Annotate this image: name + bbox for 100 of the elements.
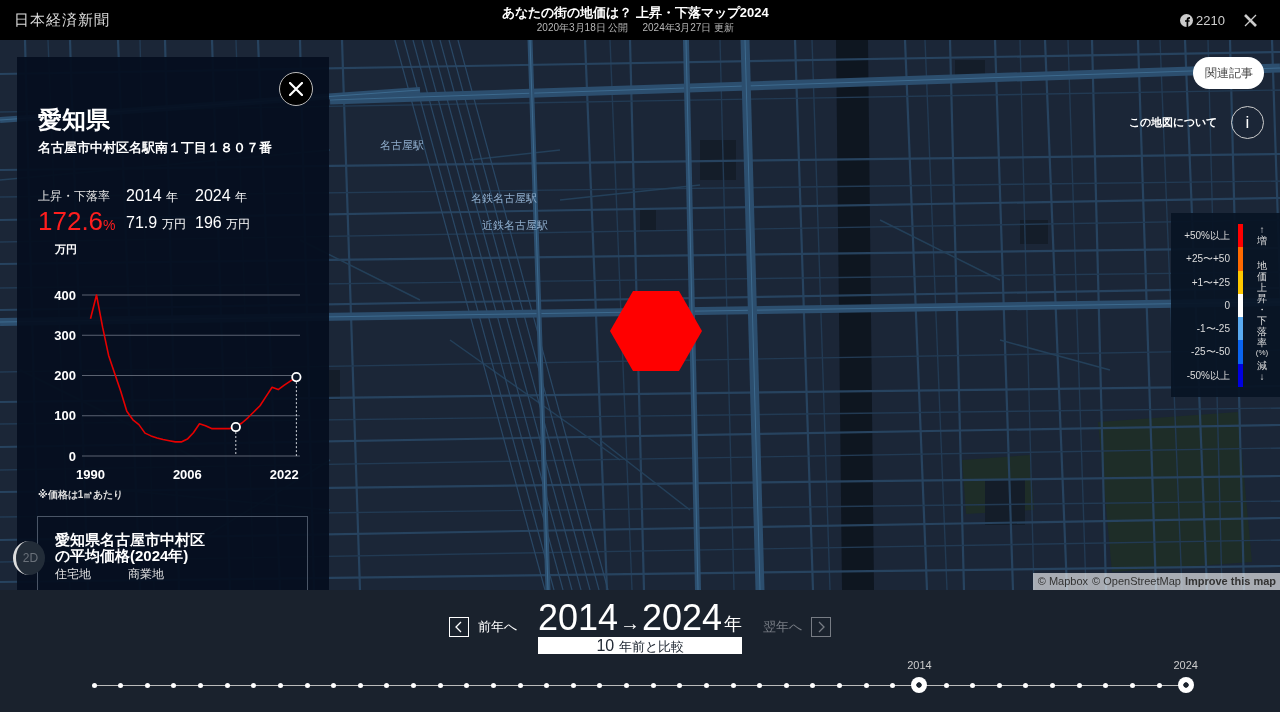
- legend-label: +25〜+50: [1185, 252, 1230, 267]
- timeline-dot[interactable]: [730, 682, 736, 688]
- timeline-dot[interactable]: [357, 682, 363, 688]
- timeline-dot[interactable]: [331, 682, 337, 688]
- comparison-years: 2014→2024年: [537, 600, 743, 636]
- timeline-dot[interactable]: [517, 682, 523, 688]
- legend-label: +50%以上: [1183, 229, 1230, 243]
- timeline-dot[interactable]: [1023, 682, 1029, 688]
- y-tick-label: 400: [54, 287, 76, 303]
- related-articles-button[interactable]: 関連記事: [1193, 57, 1264, 89]
- timeline-dot[interactable]: [384, 682, 390, 688]
- comparison-period-label: 10 年前と比較: [537, 637, 743, 654]
- timeline-dot[interactable]: [251, 682, 257, 688]
- x-logo-icon: [1244, 13, 1257, 27]
- increase-label: ↑増: [1257, 224, 1267, 246]
- rate-label: 上昇・下落率: [38, 188, 111, 205]
- legend-label: -1〜-25: [1195, 322, 1230, 337]
- timeline-dot[interactable]: [863, 682, 869, 688]
- share-button[interactable]: 2210: [1180, 12, 1225, 28]
- year-label: 2024 年: [195, 185, 249, 206]
- timeline-dot[interactable]: [171, 682, 177, 688]
- previous-year-button[interactable]: 前年へ: [448, 617, 517, 637]
- timeline-dot[interactable]: [570, 682, 576, 688]
- legend-label: +1〜+25: [1190, 275, 1230, 290]
- facebook-icon: [1180, 13, 1194, 27]
- average-price-heading: 愛知県名古屋市中村区の平均価格(2024年): [55, 532, 206, 564]
- timeline-dot[interactable]: [783, 682, 789, 688]
- timeline-dot[interactable]: [757, 682, 763, 688]
- price-note: ※価格は1㎡あたり: [38, 488, 125, 502]
- prefecture-title: 愛知県: [38, 105, 111, 135]
- timeline-dot[interactable]: [703, 682, 709, 688]
- timeline-dot[interactable]: [277, 682, 283, 688]
- timeline-dot[interactable]: [224, 682, 230, 688]
- timeline-dot[interactable]: [943, 682, 949, 688]
- station-label: 名古屋駅: [380, 137, 424, 153]
- price-value: 196 万円: [195, 212, 252, 233]
- column-heading: 商業地: [128, 567, 164, 581]
- timeline-dot[interactable]: [1103, 682, 1109, 688]
- x-tick-label: 2006: [172, 467, 202, 482]
- y-tick-label: 300: [54, 327, 76, 343]
- x-tick-label: 2022: [269, 467, 299, 482]
- timeline-dot[interactable]: [890, 682, 896, 688]
- timeline-dot[interactable]: [544, 682, 550, 688]
- timeline-dot[interactable]: [118, 682, 124, 688]
- timeline-dot[interactable]: [624, 682, 629, 688]
- attribution-link[interactable]: Improve this map: [1184, 575, 1276, 588]
- update-date: 2024年3月27日 更新: [642, 21, 735, 34]
- x-share-button[interactable]: [1244, 13, 1257, 27]
- timeline-dot[interactable]: [911, 677, 928, 693]
- timeline-dot[interactable]: [1129, 682, 1135, 688]
- year-label: 2014 年: [126, 185, 180, 206]
- page-title: あなたの街の地価は？ 上昇・下落マップ2024: [502, 5, 769, 21]
- legend-label: -50%以上: [1185, 368, 1230, 383]
- y-tick-label: 200: [54, 368, 76, 383]
- timeline-dot[interactable]: [837, 682, 842, 688]
- axis-unit-label: 万円: [55, 243, 77, 255]
- legend-label: -25〜-50: [1190, 345, 1230, 360]
- timeline-dot[interactable]: [597, 682, 603, 688]
- timeline-dot[interactable]: [650, 682, 656, 688]
- chevron-right-icon: [811, 617, 832, 637]
- timeline-dot[interactable]: [411, 682, 416, 688]
- rate-value: 172.6%: [38, 206, 117, 238]
- timeline-dot[interactable]: [677, 682, 683, 688]
- legend-title: 地価上昇・下落率: [1257, 260, 1267, 348]
- publish-date: 2020年3月18日 公開: [536, 21, 629, 34]
- address-text: 名古屋市中村区名駅南１丁目１８０７番: [38, 139, 273, 157]
- y-tick-label: 100: [54, 408, 76, 424]
- timeline-dot[interactable]: [198, 682, 203, 688]
- timeline-dot[interactable]: [91, 682, 97, 688]
- attribution-link[interactable]: © OpenStreetMap: [1092, 575, 1181, 588]
- hexagon-marker[interactable]: [610, 291, 702, 371]
- timeline-dot[interactable]: [304, 682, 310, 688]
- timeline-dot[interactable]: [996, 682, 1002, 688]
- timeline-year-label: 2024: [1173, 658, 1198, 672]
- timeline-dot[interactable]: [490, 682, 496, 688]
- attribution-link[interactable]: © Mapbox: [1037, 575, 1089, 588]
- legend-label: 0: [1223, 298, 1230, 313]
- timeline-dot[interactable]: [437, 682, 443, 688]
- timeline-dot[interactable]: [464, 682, 470, 688]
- y-tick-label: 0: [68, 448, 76, 464]
- price-value: 71.9 万円: [126, 212, 187, 233]
- timeline-year-label: 2014: [907, 658, 932, 672]
- station-label: 近鉄名古屋駅: [482, 217, 548, 233]
- x-tick-label: 1990: [76, 467, 105, 482]
- timeline-dot[interactable]: [1050, 682, 1055, 688]
- about-map-link[interactable]: この地図について: [1129, 115, 1217, 130]
- column-heading: 住宅地: [55, 567, 91, 581]
- site-logo[interactable]: 日本経済新聞: [14, 10, 110, 30]
- close-icon: [289, 82, 303, 96]
- timeline-dot[interactable]: [810, 682, 816, 688]
- timeline-dot[interactable]: [1177, 677, 1194, 693]
- timeline-dot[interactable]: [970, 682, 976, 688]
- timeline-dot[interactable]: [1156, 682, 1162, 688]
- close-button[interactable]: [279, 72, 313, 106]
- timeline-dot[interactable]: [144, 682, 150, 688]
- station-label: 名鉄名古屋駅: [471, 190, 537, 206]
- year-highlight-marker: [230, 421, 241, 457]
- decrease-label: 減↓: [1257, 360, 1267, 382]
- timeline-dot[interactable]: [1076, 682, 1082, 688]
- chevron-left-icon: [448, 617, 469, 637]
